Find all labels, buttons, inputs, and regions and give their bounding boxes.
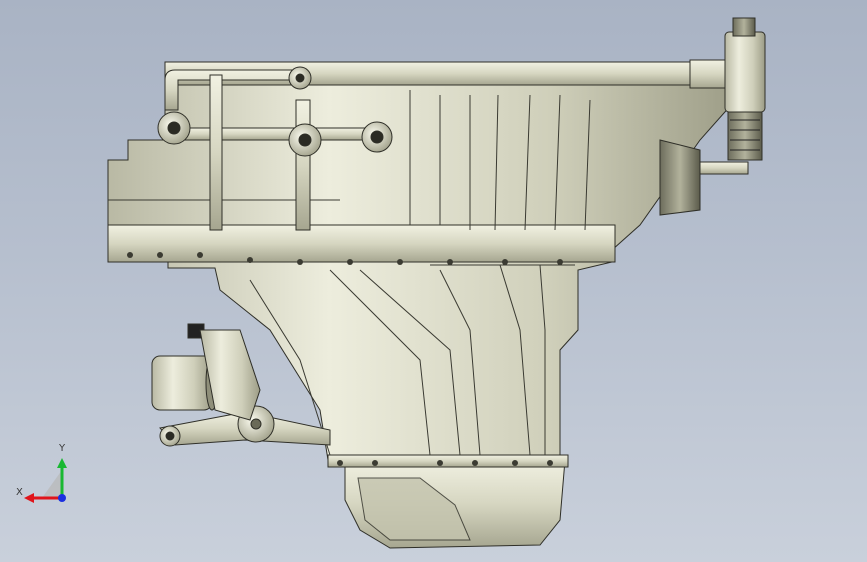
coordinate-triad-icon [24,458,67,503]
transmission-model[interactable] [0,0,867,562]
graphics-viewport[interactable]: Y X [0,0,867,562]
triad-x-label: X [16,487,23,498]
triad-y-label: Y [59,443,66,454]
